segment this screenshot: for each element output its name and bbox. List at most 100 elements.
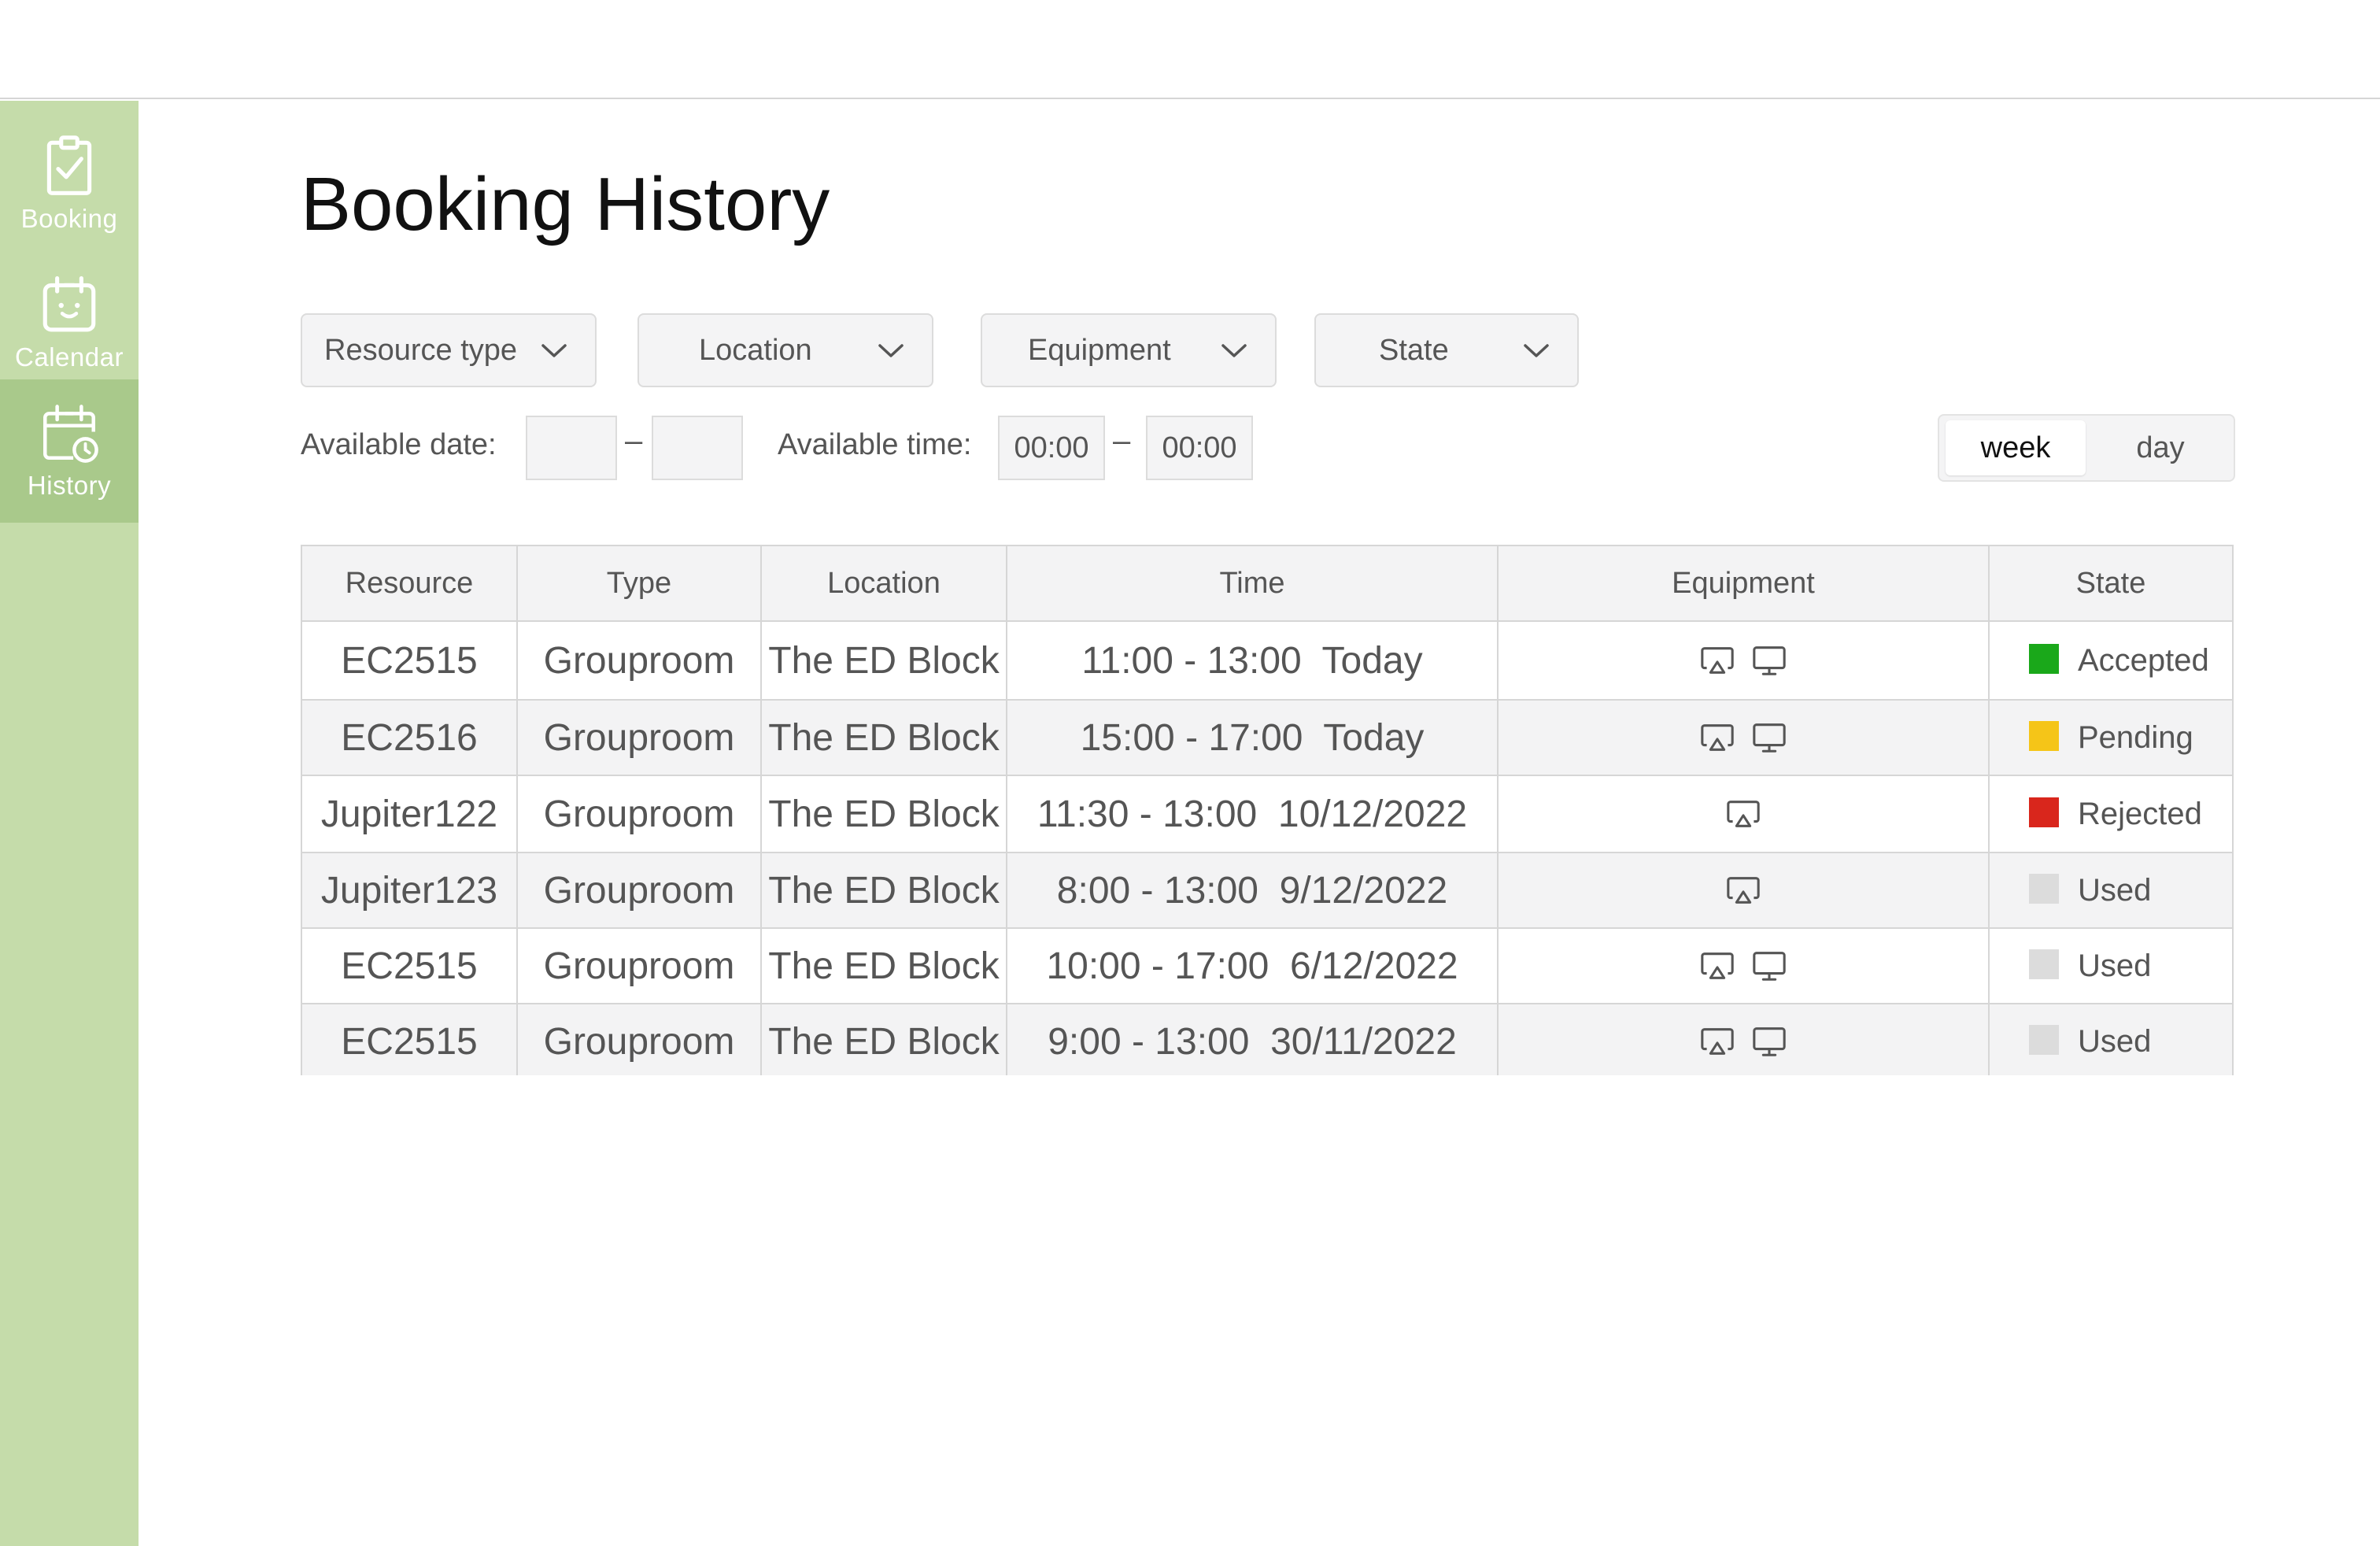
- sidebar-item-calendar[interactable]: Calendar: [0, 257, 139, 389]
- table-header-row: Resource Type Location Time Equipment St…: [302, 546, 2232, 622]
- state-label: Used: [2078, 872, 2152, 908]
- column-header-type[interactable]: Type: [518, 546, 762, 620]
- table-row[interactable]: Jupiter122 Grouproom The ED Block 11:30 - 1…: [302, 776, 2232, 853]
- type-cell-text: Grouproom: [543, 869, 735, 912]
- type-cell: Grouproom: [518, 622, 762, 699]
- column-header-time[interactable]: Time: [1007, 546, 1499, 620]
- equipment-cell: [1499, 853, 1990, 927]
- state-cell: Rejected: [1990, 776, 2232, 852]
- state-color-swatch: [2029, 721, 2059, 751]
- type-cell: Grouproom: [518, 929, 762, 1003]
- sidebar-item-booking[interactable]: Booking: [0, 118, 139, 250]
- table-row[interactable]: EC2515 Grouproom The ED Block 11:00 - 13:00…: [302, 622, 2232, 701]
- chevron-down-icon: [541, 344, 567, 357]
- dropdown-label: Resource type: [324, 333, 518, 367]
- type-cell-text: Grouproom: [543, 716, 735, 759]
- chevron-down-icon: [1524, 344, 1549, 357]
- time-cell-text: 9:00 - 13:00 30/11/2022: [1048, 1020, 1457, 1063]
- equipment-icons: [1725, 796, 1761, 832]
- resource-type-dropdown[interactable]: Resource type: [301, 313, 597, 387]
- location-cell-text: The ED Block: [768, 945, 1000, 987]
- time-cell: 11:00 - 13:00 Today: [1007, 622, 1499, 699]
- resource-cell: EC2515: [302, 1004, 518, 1075]
- column-header-location[interactable]: Location: [762, 546, 1007, 620]
- monitor-icon: [1751, 1023, 1787, 1060]
- location-cell: The ED Block: [762, 701, 1007, 775]
- state-label: Used: [2078, 948, 2152, 983]
- state-color-swatch: [2029, 949, 2059, 979]
- equipment-icons: [1699, 719, 1787, 756]
- state-cell: Pending: [1990, 701, 2232, 775]
- state-color-swatch: [2029, 1025, 2059, 1055]
- table-row[interactable]: Jupiter123 Grouproom The ED Block 8:00 - 13…: [302, 853, 2232, 929]
- equipment-icons: [1699, 642, 1787, 679]
- state-label: Pending: [2078, 719, 2193, 755]
- chevron-down-icon: [878, 344, 904, 357]
- clipboard-check-icon: [46, 135, 92, 195]
- state-dropdown[interactable]: State: [1314, 313, 1579, 387]
- cast-icon: [1699, 1023, 1735, 1060]
- location-cell-text: The ED Block: [768, 869, 1000, 912]
- state-color-swatch: [2029, 797, 2059, 827]
- sidebar-item-label: Calendar: [15, 342, 124, 372]
- calendar-clock-icon: [43, 405, 98, 463]
- resource-cell-text: EC2516: [341, 716, 478, 759]
- time-cell-text: 8:00 - 13:00 9/12/2022: [1056, 869, 1448, 912]
- type-cell: Grouproom: [518, 1004, 762, 1075]
- location-cell: The ED Block: [762, 853, 1007, 927]
- equipment-cell: [1499, 776, 1990, 852]
- equipment-cell: [1499, 929, 1990, 1003]
- time-to-input[interactable]: [1146, 416, 1253, 480]
- resource-cell-text: Jupiter123: [320, 869, 498, 912]
- type-cell-text: Grouproom: [543, 945, 735, 987]
- column-header-equipment[interactable]: Equipment: [1499, 546, 1990, 620]
- cast-icon: [1725, 872, 1761, 908]
- table-row[interactable]: EC2515 Grouproom The ED Block 10:00 - 17:00…: [302, 929, 2232, 1004]
- week-toggle-option[interactable]: week: [1946, 420, 2086, 475]
- time-cell: 10:00 - 17:00 6/12/2022: [1007, 929, 1499, 1003]
- location-cell: The ED Block: [762, 929, 1007, 1003]
- dropdown-label: State: [1379, 333, 1449, 367]
- type-cell: Grouproom: [518, 776, 762, 852]
- calendar-icon: [42, 276, 96, 332]
- resource-cell-text: EC2515: [341, 945, 478, 987]
- column-header-resource[interactable]: Resource: [302, 546, 518, 620]
- dropdown-label: Equipment: [1028, 333, 1171, 367]
- location-cell-text: The ED Block: [768, 639, 1000, 682]
- equipment-cell: [1499, 1004, 1990, 1075]
- date-to-input[interactable]: [652, 416, 743, 480]
- cast-icon: [1699, 719, 1735, 756]
- location-cell-text: The ED Block: [768, 793, 1000, 835]
- column-header-state[interactable]: State: [1990, 546, 2232, 620]
- resource-cell: Jupiter122: [302, 776, 518, 852]
- monitor-icon: [1751, 642, 1787, 679]
- page-title: Booking History: [301, 162, 830, 246]
- day-toggle-option[interactable]: day: [2094, 420, 2227, 475]
- resource-cell-text: Jupiter122: [320, 793, 498, 835]
- resource-cell-text: EC2515: [341, 639, 478, 682]
- time-cell: 15:00 - 17:00 Today: [1007, 701, 1499, 775]
- top-bar: [0, 0, 2380, 99]
- type-cell-text: Grouproom: [543, 639, 735, 682]
- time-from-input[interactable]: [998, 416, 1105, 480]
- location-cell: The ED Block: [762, 1004, 1007, 1075]
- type-cell: Grouproom: [518, 701, 762, 775]
- table-row[interactable]: EC2516 Grouproom The ED Block 15:00 - 17:00…: [302, 701, 2232, 776]
- chevron-down-icon: [1221, 344, 1247, 357]
- equipment-cell: [1499, 701, 1990, 775]
- sidebar: Booking Calendar History: [0, 101, 139, 1546]
- resource-cell: EC2515: [302, 622, 518, 699]
- resource-cell: EC2515: [302, 929, 518, 1003]
- sidebar-item-label: History: [27, 471, 112, 500]
- location-dropdown[interactable]: Location: [638, 313, 933, 387]
- type-cell-text: Grouproom: [543, 1020, 735, 1063]
- available-time-label: Available time:: [778, 428, 972, 461]
- state-cell: Used: [1990, 853, 2232, 927]
- state-color-swatch: [2029, 644, 2059, 674]
- state-cell: Accepted: [1990, 622, 2232, 699]
- equipment-dropdown[interactable]: Equipment: [981, 313, 1277, 387]
- resource-cell: Jupiter123: [302, 853, 518, 927]
- table-row[interactable]: EC2515 Grouproom The ED Block 9:00 - 13:00 …: [302, 1004, 2232, 1075]
- date-from-input[interactable]: [526, 416, 617, 480]
- sidebar-item-history[interactable]: History: [0, 379, 139, 523]
